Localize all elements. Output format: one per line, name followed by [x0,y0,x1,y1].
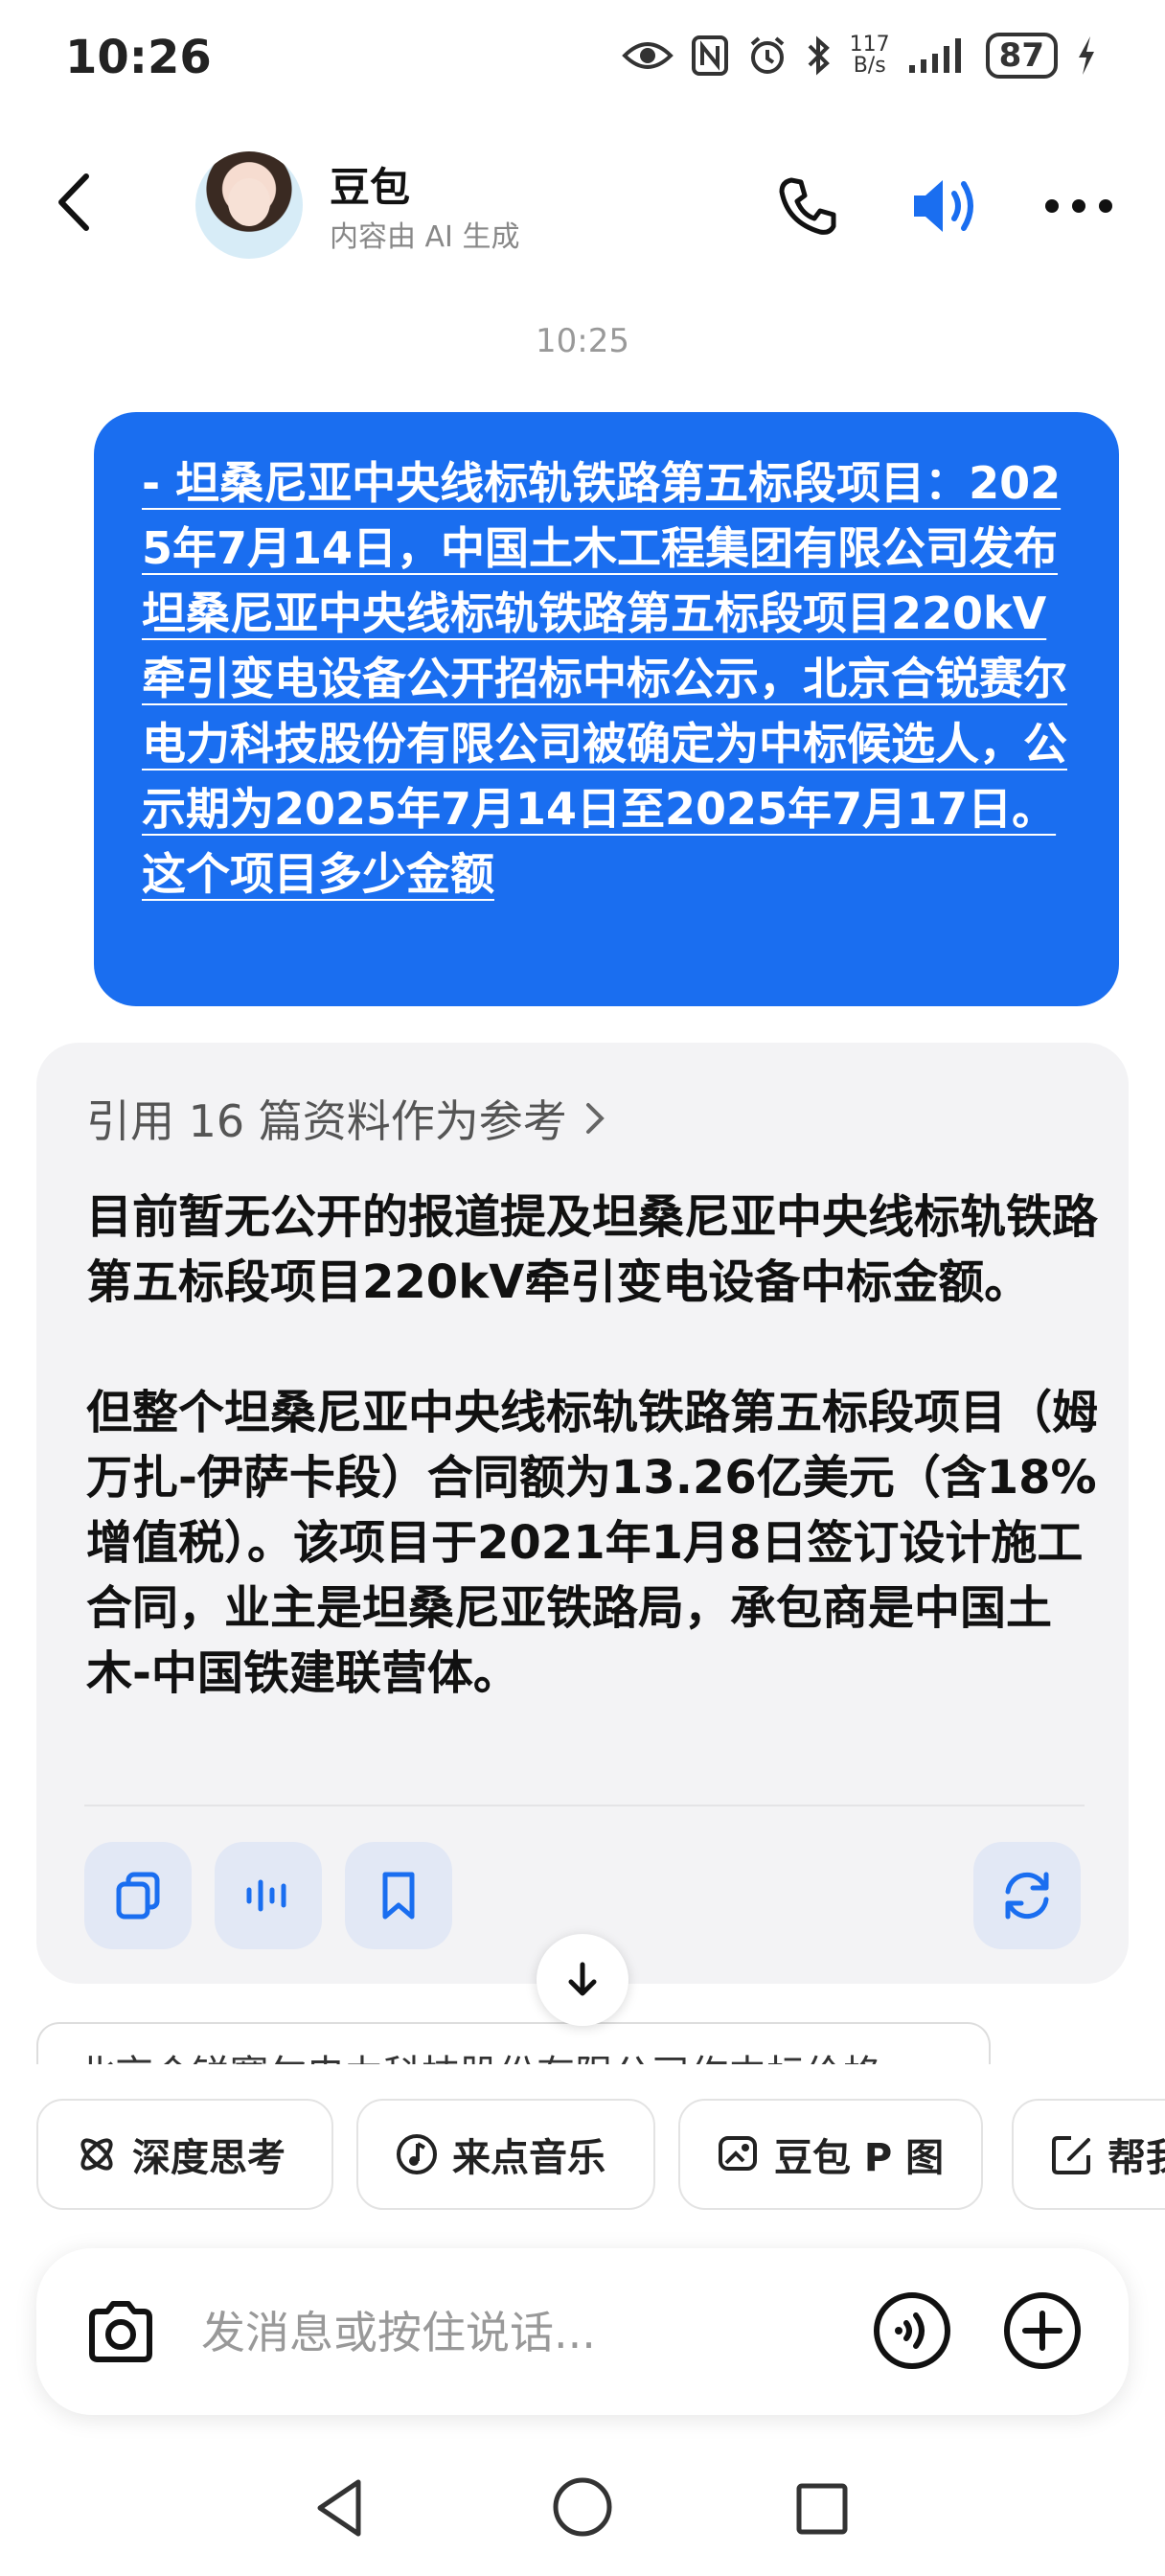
bookmark-button[interactable] [345,1842,452,1949]
suggested-question[interactable]: 北京合锐赛尔电力科技股份有限公司作中标价格 [36,2022,991,2066]
ai-reply-text: 目前暂无公开的报道提及坦桑尼亚中央线标轨铁路第五标段项目220kV牵引变电设备中… [86,1184,1102,1706]
speaker-button[interactable] [906,172,983,240]
chip-writing[interactable]: 帮我写作 [1012,2099,1165,2210]
voice-call-button[interactable] [872,2290,952,2371]
pen-square-icon [1052,2136,1090,2174]
chip-image-edit[interactable]: 豆包 P 图 [678,2099,983,2210]
atom-icon [80,2138,113,2171]
bot-subtitle: 内容由 AI 生成 [330,220,520,254]
quick-action-chips: 深度思考 来点音乐 豆包 P 图 帮我写作 [36,2099,1165,2214]
divider [84,1805,1085,1806]
user-message-text: - 坦桑尼亚中央线标轨铁路第五标段项目：2025年7月14日，中国土木工程集团有… [142,457,1067,900]
chat-header: 豆包 内容由 AI 生成 [0,134,1165,268]
chip-label: 帮我写作 [1108,2136,1165,2180]
ai-reply-card: 引用 16 篇资料作为参考 目前暂无公开的报道提及坦桑尼亚中央线标轨铁路第五标段… [36,1043,1129,1984]
chip-label: 深度思考 [132,2136,286,2180]
avatar[interactable] [195,151,303,259]
copy-button[interactable] [84,1842,192,1949]
image-edit-icon [719,2136,757,2171]
nfc-icon [691,35,728,76]
chip-deep-thinking[interactable]: 深度思考 [36,2099,333,2210]
user-message-bubble[interactable]: - 坦桑尼亚中央线标轨铁路第五标段项目：2025年7月14日，中国土木工程集团有… [94,412,1119,1006]
alarm-icon [750,36,784,74]
bluetooth-icon [808,35,830,76]
music-note-icon [397,2134,437,2174]
message-input[interactable] [199,2298,874,2367]
more-options-button[interactable] [1040,182,1117,230]
bookmark-icon [382,1872,415,1920]
voice-wave-icon [246,1879,286,1912]
chevron-right-icon [585,1103,605,1134]
chip-label: 豆包 P 图 [774,2136,945,2180]
references-label: 引用 16 篇资料作为参考 [86,1095,567,1147]
references-link[interactable]: 引用 16 篇资料作为参考 [86,1087,609,1150]
read-aloud-button[interactable] [215,1842,322,1949]
nav-home-button[interactable] [548,2472,617,2542]
ai-paragraph: 但整个坦桑尼亚中央线标轨铁路第五标段项目（姆万扎-伊萨卡段）合同额为13.26亿… [86,1386,1099,1700]
camera-button[interactable] [82,2294,159,2371]
scroll-to-bottom-button[interactable] [537,1934,628,2026]
message-timestamp: 10:25 [536,322,629,360]
ai-paragraph: 目前暂无公开的报道提及坦桑尼亚中央线标轨铁路第五标段项目220kV牵引变电设备中… [86,1190,1099,1309]
copy-icon [116,1872,160,1920]
regenerate-button[interactable] [973,1842,1081,1949]
signal-icon [908,38,961,73]
status-bar: 10:26 117 B/s 87 [0,0,1165,125]
suggested-question-text: 北京合锐赛尔电力科技股份有限公司作中标价格 [77,2043,881,2066]
arrow-down-icon [568,1962,597,1996]
chip-music[interactable]: 来点音乐 [356,2099,655,2210]
phone-call-button[interactable] [774,172,841,240]
bot-name: 豆包 [330,164,411,211]
message-input-bar [36,2248,1129,2415]
net-speed-value: 117 [849,33,890,57]
battery-level: 87 [985,33,1058,79]
add-attachment-button[interactable] [1002,2290,1083,2371]
nav-back-button[interactable] [308,2474,376,2542]
net-speed: 117 B/s [850,34,890,77]
eye-icon [621,42,674,69]
chip-label: 来点音乐 [452,2136,605,2180]
net-speed-unit: B/s [853,54,886,78]
nav-recents-button[interactable] [791,2478,853,2540]
status-icons: 117 B/s 87 [621,33,1098,79]
refresh-icon [1005,1872,1049,1920]
back-button[interactable] [48,169,105,236]
charging-icon [1079,36,1094,75]
status-time: 10:26 [65,31,212,84]
